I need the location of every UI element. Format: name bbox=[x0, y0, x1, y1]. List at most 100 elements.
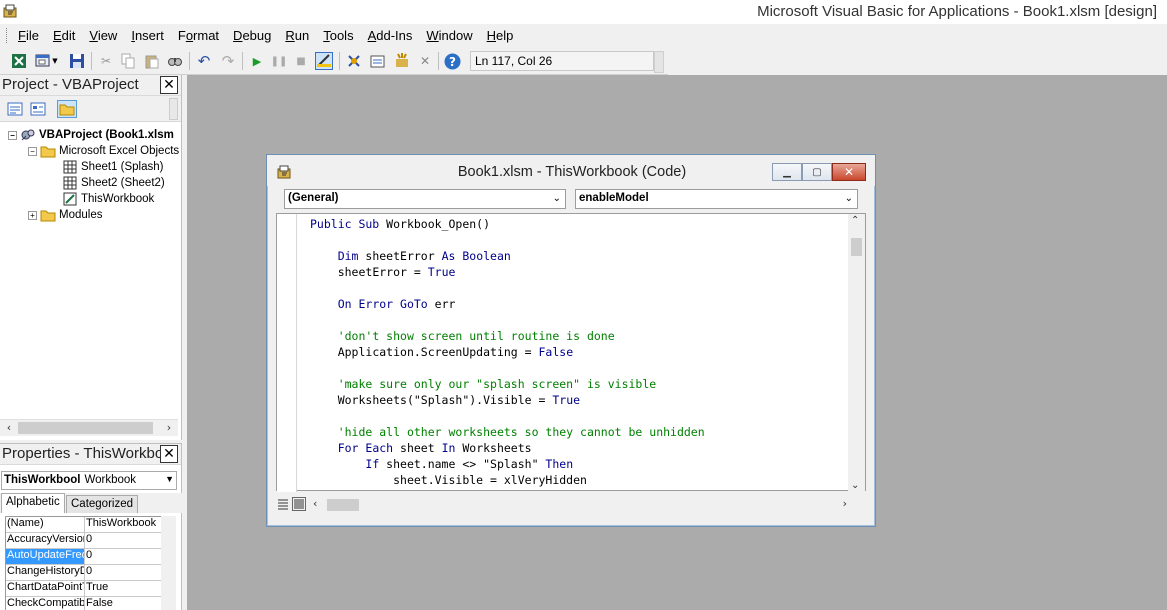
menu-insert[interactable]: Insert bbox=[131, 28, 164, 43]
code-line[interactable]: Public Sub Workbook_Open() bbox=[310, 216, 705, 232]
full-module-view-icon[interactable] bbox=[292, 497, 306, 511]
property-name[interactable]: AccuracyVersion bbox=[6, 533, 85, 548]
menu-format[interactable]: Format bbox=[178, 28, 219, 43]
properties-close-button[interactable]: ✕ bbox=[160, 445, 178, 463]
copy-icon[interactable] bbox=[119, 52, 137, 70]
save-icon[interactable] bbox=[68, 52, 86, 70]
help-icon[interactable]: ? bbox=[443, 52, 461, 70]
find-icon[interactable] bbox=[166, 52, 184, 70]
code-editor[interactable]: Public Sub Workbook_Open() Dim sheetErro… bbox=[276, 213, 866, 492]
code-line[interactable] bbox=[310, 360, 705, 376]
menu-run[interactable]: Run bbox=[285, 28, 309, 43]
code-line[interactable]: 'hide all other worksheets so they canno… bbox=[310, 424, 705, 440]
project-explorer-icon[interactable] bbox=[345, 52, 363, 70]
scroll-right-icon[interactable]: › bbox=[162, 421, 176, 435]
object-selector[interactable]: ThisWorkbool Workbook ▼ bbox=[1, 471, 177, 490]
project-toolbar-grip[interactable] bbox=[169, 98, 178, 120]
minimize-icon[interactable]: ▁ bbox=[772, 163, 802, 181]
tree-item[interactable]: + Modules bbox=[28, 207, 102, 223]
property-name[interactable]: CheckCompatibility bbox=[6, 597, 85, 610]
code-window-icon[interactable] bbox=[277, 164, 293, 180]
code-hscroll[interactable]: ‹ › bbox=[310, 496, 850, 513]
object-combo[interactable]: (General) ⌄ bbox=[284, 189, 566, 209]
view-excel-icon[interactable] bbox=[10, 52, 28, 70]
scroll-thumb[interactable] bbox=[327, 499, 359, 511]
toolbar-overflow[interactable] bbox=[654, 51, 664, 73]
code-line[interactable] bbox=[310, 232, 705, 248]
property-row[interactable]: ChartDataPointTrackTrue bbox=[6, 581, 174, 597]
code-text[interactable]: Public Sub Workbook_Open() Dim sheetErro… bbox=[310, 216, 705, 488]
scroll-down-icon[interactable]: ⌄ bbox=[851, 480, 859, 491]
view-code-icon[interactable] bbox=[5, 100, 25, 118]
properties-window-icon[interactable] bbox=[369, 52, 387, 70]
code-line[interactable]: sheet.Visible = xlVeryHidden bbox=[310, 472, 705, 488]
tab-categorized[interactable]: Categorized bbox=[66, 495, 139, 513]
toggle-folders-icon[interactable] bbox=[57, 100, 77, 118]
design-mode-icon[interactable] bbox=[315, 52, 333, 70]
menu-grip[interactable] bbox=[6, 28, 9, 43]
scroll-right-icon[interactable]: › bbox=[843, 497, 847, 510]
chevron-down-icon[interactable]: ⌄ bbox=[845, 193, 853, 204]
tree-item[interactable]: − Microsoft Excel Objects bbox=[28, 143, 179, 159]
chevron-down-icon[interactable]: ⌄ bbox=[553, 193, 561, 204]
code-line[interactable] bbox=[310, 312, 705, 328]
menu-file[interactable]: File bbox=[18, 28, 39, 43]
scroll-left-icon[interactable]: ‹ bbox=[2, 421, 16, 435]
tree-item[interactable]: Sheet2 (Sheet2) bbox=[48, 175, 165, 191]
menu-view[interactable]: View bbox=[89, 28, 117, 43]
property-row[interactable]: AccuracyVersion 0 bbox=[6, 533, 174, 549]
property-name[interactable]: ChartDataPointTrack bbox=[6, 581, 85, 596]
code-line[interactable]: Dim sheetError As Boolean bbox=[310, 248, 705, 264]
undo-icon[interactable]: ↶ bbox=[195, 52, 213, 70]
margin-indicator-bar[interactable] bbox=[277, 214, 297, 492]
code-line[interactable]: sheetError = True bbox=[310, 264, 705, 280]
break-icon[interactable]: ❚❚ bbox=[270, 52, 288, 70]
run-icon[interactable]: ▶ bbox=[248, 52, 266, 70]
tree-item[interactable]: − VBAProject (Book1.xlsm bbox=[8, 127, 174, 143]
code-line[interactable]: On Error GoTo err bbox=[310, 296, 705, 312]
project-close-button[interactable]: ✕ bbox=[160, 76, 178, 94]
menu-edit[interactable]: Edit bbox=[53, 28, 75, 43]
chevron-down-icon[interactable]: ▼ bbox=[165, 474, 174, 484]
tree-item[interactable]: ThisWorkbook bbox=[48, 191, 154, 207]
view-object-icon[interactable] bbox=[28, 100, 48, 118]
code-line[interactable]: 'don't show screen until routine is done bbox=[310, 328, 705, 344]
maximize-icon[interactable]: ▢ bbox=[802, 163, 832, 181]
menu-add-ins[interactable]: Add-Ins bbox=[368, 28, 413, 43]
procedure-combo[interactable]: enableModel ⌄ bbox=[575, 189, 858, 209]
property-name[interactable]: (Name) bbox=[6, 517, 85, 532]
collapse-icon[interactable]: − bbox=[28, 146, 37, 156]
menu-window[interactable]: Window bbox=[426, 28, 472, 43]
code-line[interactable] bbox=[310, 408, 705, 424]
menu-help[interactable]: Help bbox=[487, 28, 514, 43]
property-row[interactable]: (Name) ThisWorkbook bbox=[6, 517, 174, 533]
property-row[interactable]: ChangeHistoryDuration0 bbox=[6, 565, 174, 581]
toolbox-icon[interactable]: ✕ bbox=[416, 52, 434, 70]
close-icon[interactable]: ✕ bbox=[832, 163, 866, 181]
menu-tools[interactable]: Tools bbox=[323, 28, 353, 43]
menu-debug[interactable]: Debug bbox=[233, 28, 271, 43]
scroll-left-icon[interactable]: ‹ bbox=[313, 497, 317, 510]
property-row[interactable]: AutoUpdateFrequency0 bbox=[6, 549, 174, 565]
properties-vscroll[interactable] bbox=[161, 516, 176, 610]
procedure-view-icon[interactable] bbox=[276, 497, 290, 511]
scroll-thumb[interactable] bbox=[18, 422, 153, 434]
expand-icon[interactable]: + bbox=[28, 210, 37, 220]
code-line[interactable]: Worksheets("Splash").Visible = True bbox=[310, 392, 705, 408]
project-hscroll[interactable]: ‹ › bbox=[0, 419, 178, 436]
tab-alphabetic[interactable]: Alphabetic bbox=[1, 493, 65, 513]
object-browser-icon[interactable] bbox=[393, 52, 411, 70]
scroll-up-icon[interactable]: ⌃ bbox=[851, 215, 859, 226]
paste-icon[interactable] bbox=[143, 52, 161, 70]
code-line[interactable]: 'make sure only our "splash screen" is v… bbox=[310, 376, 705, 392]
code-line[interactable] bbox=[310, 280, 705, 296]
vba-app-icon[interactable] bbox=[3, 3, 19, 19]
tree-item[interactable]: Sheet1 (Splash) bbox=[48, 159, 163, 175]
property-row[interactable]: CheckCompatibilityFalse bbox=[6, 597, 174, 610]
property-name[interactable]: AutoUpdateFrequency bbox=[6, 549, 85, 564]
scroll-thumb[interactable] bbox=[851, 238, 862, 256]
property-name[interactable]: ChangeHistoryDuration bbox=[6, 565, 85, 580]
reset-icon[interactable]: ■ bbox=[292, 52, 310, 70]
code-line[interactable]: Application.ScreenUpdating = False bbox=[310, 344, 705, 360]
code-line[interactable]: For Each sheet In Worksheets bbox=[310, 440, 705, 456]
